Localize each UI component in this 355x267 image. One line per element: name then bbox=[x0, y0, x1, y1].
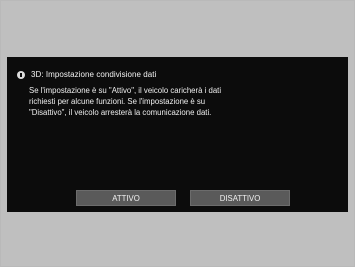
deactivate-button[interactable]: DISATTIVO bbox=[190, 190, 290, 206]
dialog-header: 3D: Impostazione condivisione dati bbox=[17, 70, 156, 79]
activate-button[interactable]: ATTIVO bbox=[76, 190, 176, 206]
dialog-title: 3D: Impostazione condivisione dati bbox=[31, 70, 157, 79]
dialog-message-line: Se l'impostazione è su "Attivo", il veic… bbox=[29, 86, 222, 95]
dialog-message-line: "Disattivo", il veicolo arresterà la com… bbox=[29, 108, 212, 117]
dialog-message: Se l'impostazione è su "Attivo", il veic… bbox=[29, 85, 339, 118]
display-screen: 3D: Impostazione condivisione dati Se l'… bbox=[7, 57, 348, 212]
dialog-message-line: richiesti per alcune funzioni. Se l'impo… bbox=[29, 97, 206, 106]
info-icon bbox=[17, 70, 25, 79]
device-frame: 3D: Impostazione condivisione dati Se l'… bbox=[0, 0, 355, 267]
